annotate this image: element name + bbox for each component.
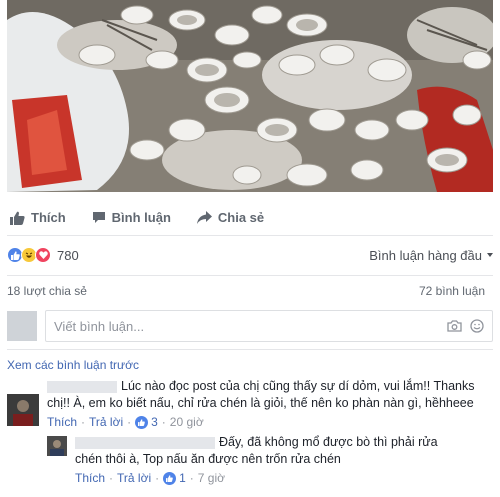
comment-text: Lúc nào đọc post của chị cũng thấy sự dí…	[121, 379, 475, 393]
divider	[7, 349, 493, 350]
like-button[interactable]: Thích	[10, 210, 66, 225]
love-reaction-icon	[35, 247, 51, 263]
comment-label: Bình luận	[111, 210, 171, 225]
comment-like-count[interactable]: 3	[151, 414, 158, 431]
share-count[interactable]: 18 lượt chia sẻ	[7, 284, 87, 298]
separator-dot: ·	[189, 471, 194, 485]
commenter-avatar[interactable]	[7, 394, 39, 426]
comment-reply-button[interactable]: Trả lời	[117, 470, 151, 487]
separator-dot: ·	[161, 415, 166, 429]
comment-reply: Đấy, đã không mổ được bò thì phải rửa ch…	[47, 434, 487, 487]
comment-input[interactable]: Viết bình luận...	[45, 310, 493, 342]
reactions-summary: 780 Bình luận hàng đầu	[7, 243, 493, 267]
comment: Lúc nào đọc post của chị cũng thấy sự dí…	[7, 378, 493, 431]
comment-reply-button[interactable]: Trả lời	[89, 414, 123, 431]
comment-body: Lúc nào đọc post của chị cũng thấy sự dí…	[47, 378, 474, 431]
commenter-avatar[interactable]	[47, 436, 67, 456]
separator-dot: ·	[127, 415, 132, 429]
comment-meta: Thích · Trả lời · 1 · 7 giờ	[75, 470, 438, 487]
like-label: Thích	[31, 210, 66, 225]
like-reaction-icon	[163, 472, 177, 485]
comment-sort-dropdown[interactable]: Bình luận hàng đầu	[369, 248, 493, 263]
reaction-count[interactable]: 780	[57, 248, 79, 263]
separator-dot: ·	[81, 415, 86, 429]
thumbs-up-icon	[10, 211, 25, 225]
comment-text: Đấy, đã không mổ được bò thì phải rửa	[219, 435, 438, 449]
comment-button[interactable]: Bình luận	[92, 210, 171, 225]
comment-body: Đấy, đã không mổ được bò thì phải rửa ch…	[75, 434, 438, 487]
comment-timestamp[interactable]: 7 giờ	[198, 470, 225, 487]
comment-count[interactable]: 72 bình luận	[419, 284, 485, 298]
current-user-avatar	[7, 311, 37, 341]
like-reaction-icon	[135, 416, 149, 429]
view-previous-comments-link[interactable]: Xem các bình luận trước	[7, 358, 139, 372]
separator-dot: ·	[109, 471, 114, 485]
emoji-icon[interactable]	[470, 319, 484, 333]
reaction-icons[interactable]	[7, 247, 51, 263]
camera-icon[interactable]	[447, 320, 462, 332]
divider	[7, 275, 493, 276]
post-stats: 18 lượt chia sẻ 72 bình luận	[7, 284, 493, 298]
comment-text: chị!! À, em ko biết nấu, chỉ rửa chén là…	[47, 396, 474, 410]
post-action-bar: Thích Bình luận Chia sẻ	[7, 200, 493, 236]
comment-like-button[interactable]: Thích	[75, 470, 105, 487]
comment-sort-label: Bình luận hàng đầu	[369, 247, 482, 263]
caret-down-icon	[487, 253, 493, 257]
comment-text: chén thôi à, Top nấu ăn được nên trốn rử…	[75, 452, 341, 466]
post-photo[interactable]	[7, 0, 493, 192]
commenter-name-redacted[interactable]	[75, 436, 215, 449]
share-label: Chia sẻ	[217, 210, 265, 225]
comment-icon	[92, 212, 105, 223]
comment-meta: Thích · Trả lời · 3 · 20 giờ	[47, 414, 474, 431]
comment-timestamp[interactable]: 20 giờ	[170, 414, 204, 431]
comment-composer: Viết bình luận...	[7, 307, 493, 345]
comment-input-placeholder: Viết bình luận...	[54, 318, 145, 334]
share-icon	[196, 211, 212, 224]
comment-like-count[interactable]: 1	[179, 470, 186, 487]
commenter-name-redacted[interactable]	[47, 380, 117, 393]
share-button[interactable]: Chia sẻ	[196, 210, 265, 225]
comment-like-button[interactable]: Thích	[47, 414, 77, 431]
separator-dot: ·	[155, 471, 160, 485]
